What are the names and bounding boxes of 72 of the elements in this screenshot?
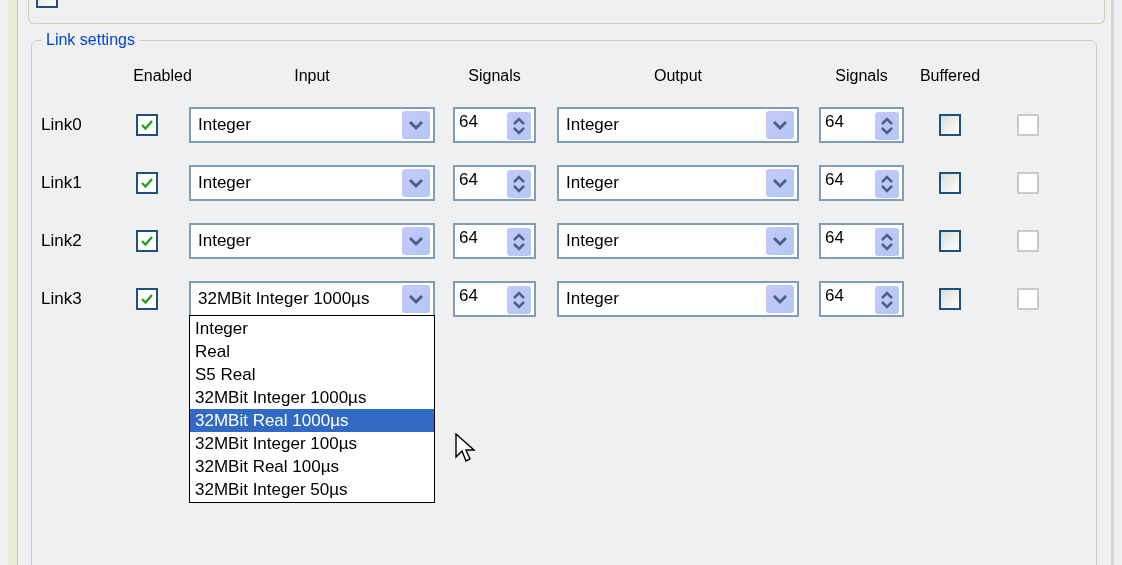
mouse-pointer-icon bbox=[455, 433, 477, 465]
dropdown-option[interactable]: Real bbox=[190, 340, 434, 363]
dropdown-value: 32MBit Integer 1000µs bbox=[198, 289, 371, 309]
chevron-down-icon[interactable] bbox=[766, 169, 794, 197]
checkbox[interactable] bbox=[136, 114, 158, 136]
dropdown-value: Integer bbox=[566, 115, 620, 135]
dropdown-option[interactable]: 32MBit Real 100µs bbox=[190, 455, 434, 478]
dropdown[interactable]: Integer bbox=[189, 107, 435, 143]
up-down-arrows-icon[interactable] bbox=[507, 112, 531, 140]
chevron-down-icon[interactable] bbox=[766, 285, 794, 313]
dropdown-value: Integer bbox=[566, 289, 620, 309]
column-header: Signals bbox=[468, 67, 521, 85]
checkmark-icon bbox=[140, 234, 154, 248]
spin-field[interactable]: 64 bbox=[819, 223, 904, 259]
checkbox[interactable] bbox=[939, 172, 961, 194]
dropdown-option[interactable]: Integer bbox=[190, 317, 434, 340]
row-label: Link1 bbox=[41, 173, 83, 193]
spin-field[interactable]: 64 bbox=[819, 281, 904, 317]
dropdown-option[interactable]: S5 Real bbox=[190, 363, 434, 386]
row-label: Link3 bbox=[41, 289, 83, 309]
chevron-down-icon[interactable] bbox=[402, 227, 430, 255]
dropdown[interactable]: Integer bbox=[557, 223, 799, 259]
checkmark-icon bbox=[140, 292, 154, 306]
checkbox[interactable] bbox=[136, 230, 158, 252]
spin-field[interactable]: 64 bbox=[453, 281, 536, 317]
dropdown-value: Integer bbox=[198, 173, 252, 193]
dropdown[interactable]: Integer bbox=[189, 165, 435, 201]
up-down-arrows-icon[interactable] bbox=[507, 170, 531, 198]
checkmark-icon bbox=[140, 176, 154, 190]
column-header: Signals bbox=[835, 67, 888, 85]
chevron-down-icon[interactable] bbox=[402, 285, 430, 313]
dropdown[interactable]: Integer bbox=[189, 223, 435, 259]
up-down-arrows-icon[interactable] bbox=[875, 170, 899, 198]
checkbox[interactable] bbox=[136, 288, 158, 310]
spin-field[interactable]: 64 bbox=[453, 165, 536, 201]
spin-field[interactable]: 64 bbox=[453, 223, 536, 259]
chevron-down-icon[interactable] bbox=[766, 111, 794, 139]
dropdown-option[interactable]: 32MBit Real 1000µs bbox=[190, 409, 434, 432]
checkbox[interactable] bbox=[136, 172, 158, 194]
up-down-arrows-icon[interactable] bbox=[875, 286, 899, 314]
dropdown-value: Integer bbox=[566, 173, 620, 193]
spin-field[interactable]: 64 bbox=[453, 107, 536, 143]
dropdown[interactable]: Integer bbox=[557, 107, 799, 143]
dropdown-value: Integer bbox=[198, 115, 252, 135]
group-title: Link settings bbox=[42, 31, 139, 49]
column-header: Input bbox=[294, 67, 330, 85]
dropdown-value: Integer bbox=[566, 231, 620, 251]
checkbox[interactable] bbox=[939, 288, 961, 310]
spin-field[interactable]: 64 bbox=[819, 165, 904, 201]
chevron-down-icon[interactable] bbox=[402, 169, 430, 197]
dropdown[interactable]: Integer bbox=[557, 281, 799, 317]
checkmark-icon bbox=[140, 118, 154, 132]
checkbox[interactable] bbox=[939, 230, 961, 252]
column-header: Output bbox=[654, 67, 702, 85]
dropdown-value: Integer bbox=[198, 231, 252, 251]
up-down-arrows-icon[interactable] bbox=[507, 228, 531, 256]
up-down-arrows-icon[interactable] bbox=[875, 112, 899, 140]
dropdown[interactable]: Integer bbox=[557, 165, 799, 201]
up-down-arrows-icon[interactable] bbox=[875, 228, 899, 256]
dropdown-option[interactable]: 32MBit Integer 100µs bbox=[190, 432, 434, 455]
checkbox[interactable] bbox=[939, 114, 961, 136]
dropdown-option[interactable]: 32MBit Integer 1000µs bbox=[190, 386, 434, 409]
chevron-down-icon[interactable] bbox=[402, 111, 430, 139]
row-label: Link2 bbox=[41, 231, 83, 251]
dropdown-option[interactable]: 32MBit Integer 50µs bbox=[190, 478, 434, 501]
chevron-down-icon[interactable] bbox=[766, 227, 794, 255]
column-header: Buffered bbox=[919, 67, 981, 85]
column-header: Enabled bbox=[133, 67, 192, 85]
spin-field[interactable]: 64 bbox=[819, 107, 904, 143]
dropdown[interactable]: 32MBit Integer 1000µs bbox=[189, 281, 435, 317]
up-down-arrows-icon[interactable] bbox=[507, 286, 531, 314]
row-label: Link0 bbox=[41, 115, 83, 135]
